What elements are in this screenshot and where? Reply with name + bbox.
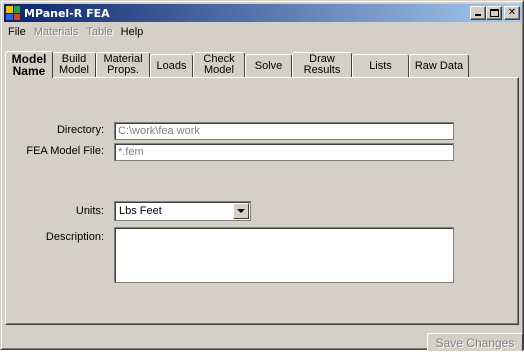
- maximize-button[interactable]: [486, 6, 502, 20]
- tab-build-model[interactable]: Build Model: [52, 52, 96, 77]
- maximize-icon: [490, 9, 499, 17]
- tab-raw-data[interactable]: Raw Data: [409, 54, 469, 77]
- directory-field[interactable]: C:\work\fea work: [114, 122, 454, 140]
- tab-model-name[interactable]: Model Name: [5, 51, 53, 78]
- tab-solve[interactable]: Solve: [245, 54, 292, 77]
- tab-label: Build Model: [59, 53, 89, 76]
- model-file-label: FEA Model File:: [26, 145, 104, 157]
- minimize-icon: [475, 14, 481, 16]
- tab-label: Lists: [369, 59, 392, 72]
- tab-lists[interactable]: Lists: [352, 54, 409, 77]
- tab-material-props[interactable]: Material Props.: [96, 52, 150, 77]
- tab-check-model[interactable]: Check Model: [193, 52, 245, 77]
- save-changes-button[interactable]: Save Changes: [427, 333, 523, 351]
- tab-strip: Model Name Build Model Material Props. L…: [5, 41, 521, 78]
- directory-label: Directory:: [56, 124, 104, 136]
- model-name-panel: Directory: C:\work\fea work FEA Model Fi…: [5, 77, 519, 325]
- menu-table[interactable]: Table: [82, 26, 116, 38]
- window-title: MPanel-R FEA: [24, 6, 110, 20]
- description-label: Description:: [45, 231, 104, 243]
- tab-label: Loads: [156, 59, 187, 72]
- units-dropdown[interactable]: Lbs Feet: [114, 201, 251, 221]
- tab-label: Draw Results: [303, 53, 341, 76]
- tab-label: Solve: [254, 59, 283, 72]
- window-controls: ✕: [470, 6, 520, 20]
- app-window: MPanel-R FEA ✕ File Materials Table Help…: [0, 0, 524, 351]
- app-icon[interactable]: [6, 6, 20, 20]
- title-bar[interactable]: MPanel-R FEA ✕: [4, 4, 522, 22]
- close-icon: ✕: [507, 7, 517, 18]
- tab-draw-results[interactable]: Draw Results: [292, 52, 352, 77]
- tab-label: Raw Data: [414, 59, 464, 72]
- tab-label: Material Props.: [103, 53, 143, 76]
- tab-label: Model Name: [11, 52, 47, 78]
- close-button[interactable]: ✕: [504, 6, 520, 20]
- minimize-button[interactable]: [470, 6, 486, 20]
- menu-help[interactable]: Help: [117, 26, 148, 38]
- menu-materials[interactable]: Materials: [30, 26, 83, 38]
- menu-bar: File Materials Table Help: [4, 23, 147, 41]
- units-value: Lbs Feet: [119, 205, 162, 217]
- description-textarea[interactable]: [114, 227, 454, 283]
- units-label: Units:: [75, 205, 104, 217]
- tab-loads[interactable]: Loads: [150, 54, 193, 77]
- chevron-down-icon[interactable]: [233, 203, 249, 219]
- tab-label: Check Model: [203, 53, 235, 76]
- menu-file[interactable]: File: [4, 26, 30, 38]
- model-file-field[interactable]: *.fem: [114, 143, 454, 161]
